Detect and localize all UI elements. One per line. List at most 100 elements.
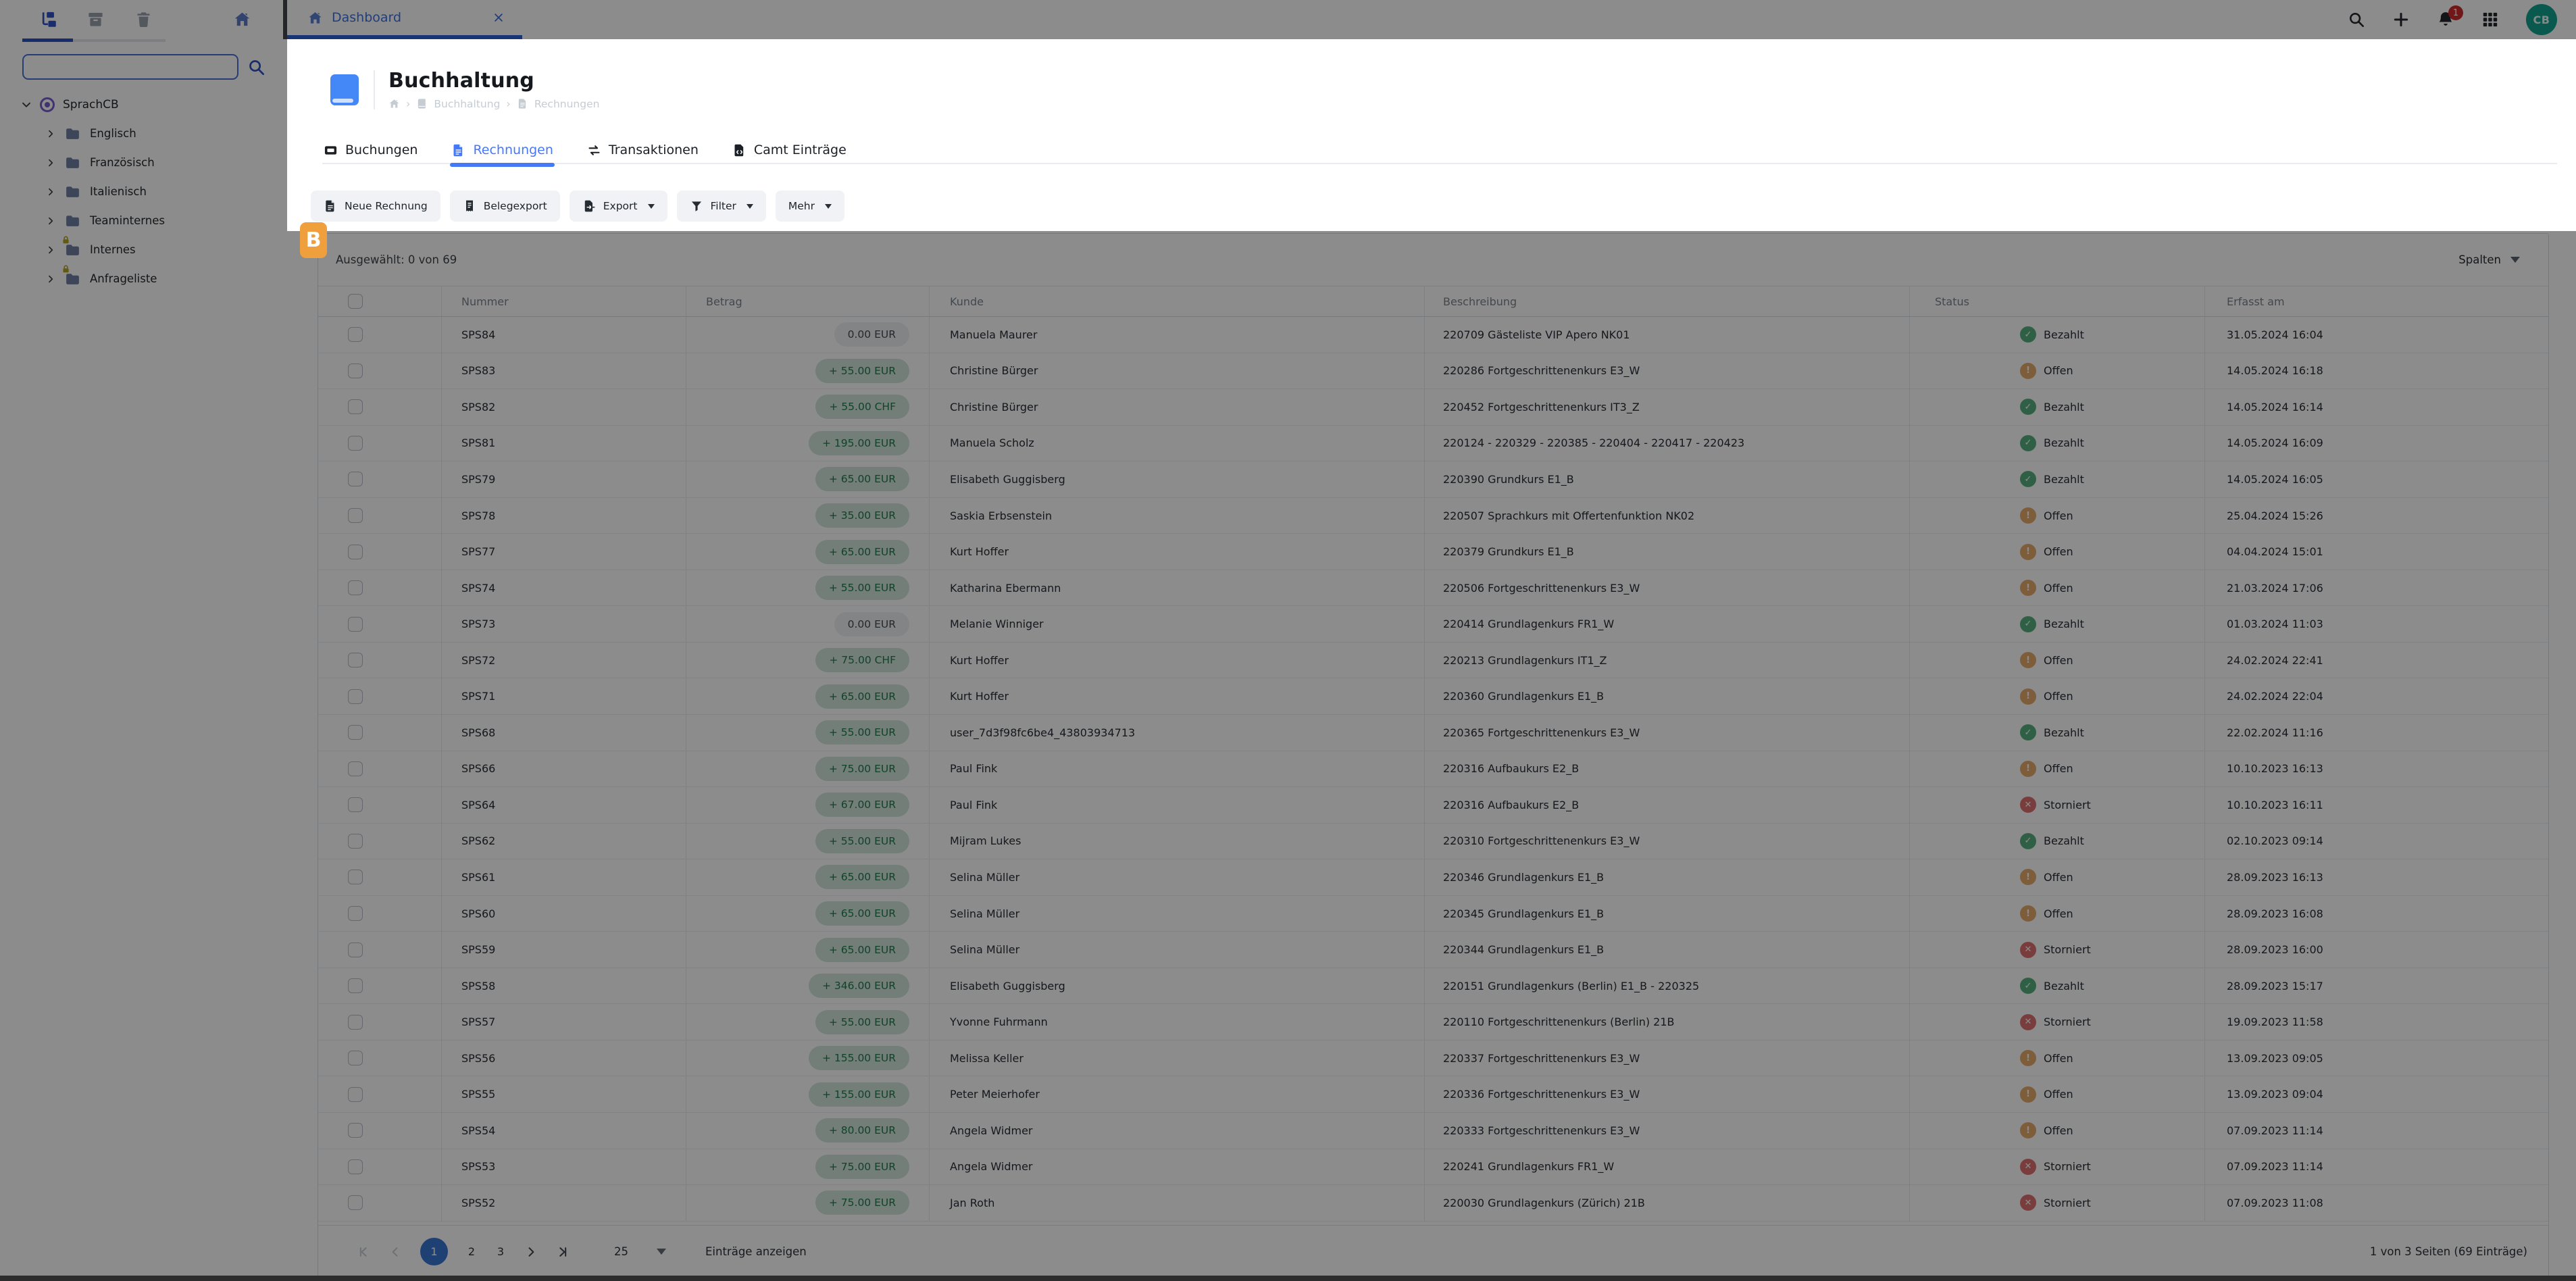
row-checkbox[interactable]: [348, 978, 363, 994]
table-row[interactable]: SPS68 + 55.00 EUR user_7d3f98fc6be4_438039…: [318, 715, 2548, 751]
header-cell[interactable]: Nummer: [442, 286, 686, 316]
table-row[interactable]: SPS55 + 155.00 EUR Peter Meierhofer 220336 …: [318, 1076, 2548, 1113]
select-all-checkbox[interactable]: [348, 294, 363, 309]
home-icon[interactable]: [388, 98, 400, 109]
first-page-icon[interactable]: [357, 1245, 370, 1259]
row-checkbox[interactable]: [348, 435, 363, 451]
row-checkbox[interactable]: [348, 508, 363, 523]
tree-item[interactable]: Anfrageliste: [0, 264, 287, 293]
tree-item[interactable]: Teaminternes: [0, 206, 287, 235]
tree-root[interactable]: SprachCB: [0, 91, 287, 119]
next-page-icon[interactable]: [524, 1245, 538, 1259]
close-icon[interactable]: [493, 11, 505, 24]
table-row[interactable]: SPS83 + 55.00 EUR Christine Bürger 220286 F…: [318, 353, 2548, 390]
neue-rechnung-button[interactable]: Neue Rechnung: [311, 191, 440, 222]
table-row[interactable]: SPS61 + 65.00 EUR Selina Müller 220346 Grun…: [318, 859, 2548, 896]
table-row[interactable]: SPS78 + 35.00 EUR Saskia Erbsenstein 220507…: [318, 497, 2548, 534]
row-checkbox[interactable]: [348, 580, 363, 596]
table-row[interactable]: SPS56 + 155.00 EUR Melissa Keller 220337 Fo…: [318, 1040, 2548, 1077]
page-button-2[interactable]: 2: [466, 1245, 477, 1258]
row-checkbox[interactable]: [348, 1014, 363, 1030]
chevron-right-icon[interactable]: [46, 216, 55, 226]
table-row[interactable]: SPS84 0.00 EUR Manuela Maurer 220709 Gästel…: [318, 317, 2548, 353]
row-checkbox[interactable]: [348, 797, 363, 813]
tree-item[interactable]: Französisch: [0, 148, 287, 177]
header-cell[interactable]: Status: [1910, 286, 2205, 316]
avatar[interactable]: CB: [2526, 4, 2557, 35]
previous-page-icon[interactable]: [388, 1245, 402, 1259]
header-cell[interactable]: Kunde: [930, 286, 1425, 316]
header-cell[interactable]: Beschreibung: [1425, 286, 1910, 316]
table-row[interactable]: SPS59 + 65.00 EUR Selina Müller 220344 Grun…: [318, 932, 2548, 968]
chevron-down-icon[interactable]: [21, 99, 32, 110]
table-row[interactable]: SPS82 + 55.00 CHF Christine Bürger 220452 F…: [318, 389, 2548, 426]
table-row[interactable]: SPS60 + 65.00 EUR Selina Müller 220345 Grun…: [318, 895, 2548, 932]
page-size-value[interactable]: 25: [614, 1245, 628, 1258]
table-row[interactable]: SPS58 + 346.00 EUR Elisabeth Guggisberg 220…: [318, 968, 2548, 1005]
row-checkbox[interactable]: [348, 688, 363, 704]
export-button[interactable]: Export: [569, 191, 667, 222]
filter-button[interactable]: Filter: [676, 191, 766, 222]
table-row[interactable]: SPS57 + 55.00 EUR Yvonne Fuhrmann 220110 Fo…: [318, 1004, 2548, 1040]
sidebar-search-input[interactable]: [22, 54, 238, 80]
tab-dashboard[interactable]: Dashboard: [287, 0, 522, 39]
breadcrumb-item[interactable]: Rechnungen: [534, 98, 600, 110]
apps-grid-icon[interactable]: [2481, 11, 2499, 28]
row-checkbox[interactable]: [348, 870, 363, 885]
row-checkbox[interactable]: [348, 942, 363, 957]
tree-structure-icon[interactable]: [39, 10, 57, 28]
tab-transaktionen[interactable]: Transaktionen: [586, 137, 700, 163]
breadcrumb-item[interactable]: Buchhaltung: [434, 98, 500, 110]
row-checkbox[interactable]: [348, 399, 363, 415]
table-row[interactable]: SPS81 + 195.00 EUR Manuela Scholz 220124 - …: [318, 425, 2548, 462]
row-checkbox[interactable]: [348, 725, 363, 740]
tab-camt-eintr-ge[interactable]: Camt Einträge: [731, 137, 848, 163]
tab-buchungen[interactable]: Buchungen: [322, 137, 419, 163]
page-button-1[interactable]: 1: [420, 1238, 448, 1265]
table-row[interactable]: SPS66 + 75.00 EUR Paul Fink 220316 Aufbauku…: [318, 751, 2548, 788]
row-checkbox[interactable]: [348, 653, 363, 668]
belegexport-button[interactable]: Belegexport: [449, 191, 560, 222]
table-row[interactable]: SPS52 + 75.00 EUR Jan Roth 220030 Grundlage…: [318, 1185, 2548, 1222]
page-button-3[interactable]: 3: [495, 1245, 506, 1258]
row-checkbox[interactable]: [348, 906, 363, 922]
chevron-right-icon[interactable]: [46, 187, 55, 197]
row-checkbox[interactable]: [348, 327, 363, 343]
table-row[interactable]: SPS62 + 55.00 EUR Mijram Lukes 220310 Fortg…: [318, 823, 2548, 860]
table-row[interactable]: SPS53 + 75.00 EUR Angela Widmer 220241 Grun…: [318, 1149, 2548, 1186]
table-row[interactable]: SPS71 + 65.00 EUR Kurt Hoffer 220360 Grundl…: [318, 678, 2548, 715]
table-row[interactable]: SPS64 + 67.00 EUR Paul Fink 220316 Aufbauku…: [318, 787, 2548, 824]
row-checkbox[interactable]: [348, 761, 363, 776]
row-checkbox[interactable]: [348, 472, 363, 487]
row-checkbox[interactable]: [348, 1123, 363, 1138]
table-row[interactable]: SPS77 + 65.00 EUR Kurt Hoffer 220379 Grundk…: [318, 534, 2548, 570]
tab-rechnungen[interactable]: Rechnungen: [450, 137, 555, 167]
search-icon[interactable]: [2348, 11, 2365, 28]
row-checkbox[interactable]: [348, 363, 363, 378]
chevron-right-icon[interactable]: [46, 245, 55, 255]
last-page-icon[interactable]: [556, 1245, 570, 1259]
row-checkbox[interactable]: [348, 1086, 363, 1102]
row-checkbox[interactable]: [348, 544, 363, 559]
chevron-right-icon[interactable]: [46, 129, 55, 139]
search-icon[interactable]: [247, 58, 266, 76]
chevron-down-icon[interactable]: [657, 1249, 666, 1255]
table-row[interactable]: SPS72 + 75.00 CHF Kurt Hoffer 220213 Grundl…: [318, 642, 2548, 679]
notifications-icon[interactable]: 1: [2437, 5, 2463, 28]
table-row[interactable]: SPS74 + 55.00 EUR Katharina Ebermann 220506…: [318, 570, 2548, 607]
mehr-button[interactable]: Mehr: [775, 191, 844, 222]
tree-item[interactable]: Englisch: [0, 119, 287, 148]
row-checkbox[interactable]: [348, 833, 363, 849]
row-checkbox[interactable]: [348, 616, 363, 632]
trash-icon[interactable]: [134, 10, 153, 28]
header-cell[interactable]: Erfasst am: [2205, 286, 2548, 316]
row-checkbox[interactable]: [348, 1159, 363, 1174]
table-row[interactable]: SPS79 + 65.00 EUR Elisabeth Guggisberg 2203…: [318, 461, 2548, 498]
tree-item[interactable]: Italienisch: [0, 177, 287, 206]
table-row[interactable]: SPS54 + 80.00 EUR Angela Widmer 220333 Fort…: [318, 1113, 2548, 1149]
header-cell[interactable]: Betrag: [686, 286, 930, 316]
chevron-right-icon[interactable]: [46, 158, 55, 168]
row-checkbox[interactable]: [348, 1051, 363, 1066]
archive-icon[interactable]: [86, 10, 105, 28]
row-checkbox[interactable]: [348, 1195, 363, 1211]
